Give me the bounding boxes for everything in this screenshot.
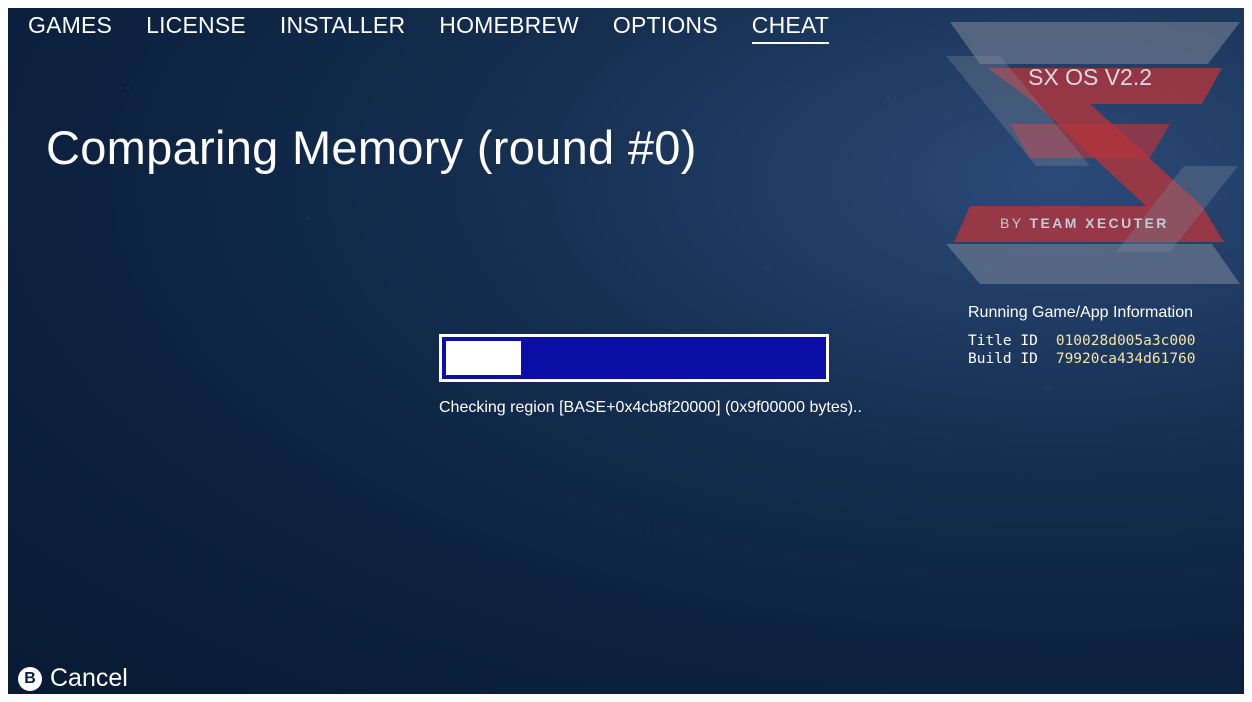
logo-by-prefix: BY xyxy=(1000,215,1024,231)
page-title: Comparing Memory (round #0) xyxy=(46,121,697,174)
tab-games[interactable]: GAMES xyxy=(28,12,112,44)
tab-options[interactable]: OPTIONS xyxy=(613,12,718,44)
running-app-info: Title ID 010028d005a3c000 Build ID 79920… xyxy=(968,332,1196,368)
logo-byline: BY TEAM XECUTER xyxy=(1000,215,1169,231)
cancel-button[interactable]: B Cancel xyxy=(18,664,128,693)
title-id-row: Title ID 010028d005a3c000 xyxy=(968,332,1196,350)
tab-cheat[interactable]: CHEAT xyxy=(751,12,830,44)
sx-os-logo xyxy=(946,22,1240,284)
b-button-icon: B xyxy=(18,666,42,691)
build-id-value: 79920ca434d61760 xyxy=(1055,351,1196,367)
running-app-info-heading: Running Game/App Information xyxy=(968,304,1194,321)
tab-homebrew[interactable]: HOMEBREW xyxy=(439,12,579,44)
build-id-row: Build ID 79920ca434d61760 xyxy=(968,350,1196,368)
top-nav: GAMES LICENSE INSTALLER HOMEBREW OPTIONS… xyxy=(28,12,830,44)
screen: GAMES LICENSE INSTALLER HOMEBREW OPTIONS… xyxy=(8,8,1244,694)
logo-version-text: SX OS V2.2 xyxy=(1028,64,1153,90)
logo-silver-bottom-bar xyxy=(946,244,1240,284)
build-id-label: Build ID xyxy=(968,351,1038,367)
title-id-label: Title ID xyxy=(968,333,1038,349)
title-id-value: 010028d005a3c000 xyxy=(1055,333,1196,349)
tab-license[interactable]: LICENSE xyxy=(146,12,246,44)
tab-installer[interactable]: INSTALLER xyxy=(280,12,405,44)
status-text: Checking region [BASE+0x4cb8f20000] (0x9… xyxy=(439,399,862,416)
progress-bar xyxy=(439,334,829,382)
progress-bar-fill xyxy=(446,341,521,375)
cancel-label: Cancel xyxy=(50,664,128,692)
logo-team-name: TEAM XECUTER xyxy=(1029,215,1169,231)
